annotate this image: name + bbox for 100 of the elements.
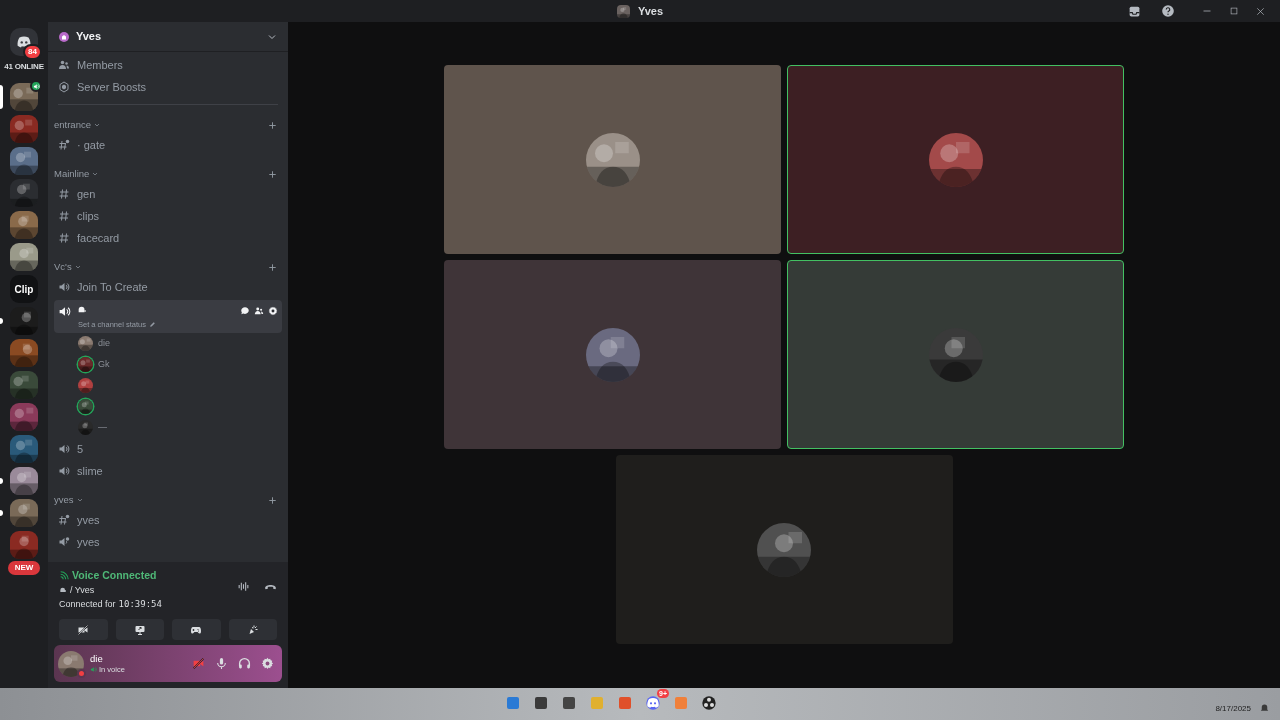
server-header[interactable]: Yves	[48, 22, 288, 52]
settings-icon	[268, 306, 278, 316]
search-app-button[interactable]	[533, 695, 549, 711]
server-button[interactable]	[10, 371, 38, 399]
member-avatar[interactable]	[78, 357, 93, 373]
member-avatar[interactable]	[78, 399, 93, 415]
windows-icon	[505, 695, 521, 711]
help-icon	[1161, 4, 1175, 18]
hash-icon	[58, 210, 70, 222]
task-view-icon	[561, 695, 577, 711]
video-tile[interactable]	[615, 455, 953, 644]
category-header[interactable]: Mainline	[54, 166, 100, 182]
help-button[interactable]	[1161, 4, 1175, 18]
category-header[interactable]: Vc's	[54, 259, 82, 275]
voice-channel-name[interactable]: / Yves	[70, 584, 95, 598]
add-channel-button[interactable]	[267, 494, 278, 506]
add-channel-button[interactable]	[267, 119, 278, 131]
maximize-icon	[1229, 6, 1239, 16]
folder-icon	[589, 695, 605, 711]
screen-share-icon	[133, 623, 146, 636]
server-button[interactable]: Clip	[10, 275, 38, 303]
video-tile[interactable]	[787, 65, 1124, 254]
channel-link[interactable]: · gate	[54, 134, 282, 156]
plus-icon	[267, 261, 278, 273]
signal-icon	[59, 571, 69, 582]
speaker-icon	[58, 536, 70, 549]
plus-icon	[267, 119, 278, 131]
video-tile[interactable]	[444, 260, 781, 449]
noise-button[interactable]	[237, 580, 250, 594]
members-icon	[58, 59, 70, 71]
voice-status: Voice Connected	[72, 568, 157, 584]
member-avatar[interactable]	[78, 378, 93, 394]
server-button[interactable]	[10, 435, 38, 463]
server-button[interactable]	[10, 83, 38, 111]
invite-button[interactable]	[254, 306, 264, 316]
video-tile[interactable]	[444, 65, 781, 254]
discord-app-button[interactable]	[645, 695, 661, 711]
soundboard-button[interactable]	[228, 619, 277, 640]
server-button[interactable]	[10, 115, 38, 143]
speaker-icon	[90, 665, 97, 673]
camera-button[interactable]	[59, 619, 108, 640]
camera-toggle-button[interactable]	[192, 657, 205, 670]
menu-link[interactable]: Server Boosts	[54, 76, 282, 98]
channel-link[interactable]: clips	[54, 205, 282, 227]
server-button[interactable]	[10, 243, 38, 271]
settings-button[interactable]	[268, 306, 278, 316]
add-channel-button[interactable]	[267, 261, 278, 273]
server-button[interactable]	[10, 307, 38, 335]
channel-link[interactable]: slime	[54, 460, 282, 483]
channel-link[interactable]: yves	[54, 509, 282, 532]
channel-link[interactable]: yves	[54, 531, 282, 554]
close-button[interactable]	[1255, 5, 1266, 17]
channel-emoji-icon	[59, 586, 67, 595]
chat-icon	[240, 306, 250, 316]
category-header[interactable]: yves	[54, 493, 84, 508]
server-button[interactable]	[10, 339, 38, 367]
search-icon	[533, 695, 549, 711]
chat-button[interactable]	[240, 306, 250, 316]
mute-button[interactable]	[215, 657, 228, 670]
record-app-button[interactable]	[701, 695, 717, 711]
user-settings-button[interactable]	[261, 657, 274, 670]
hash-icon	[58, 188, 70, 200]
deafen-button[interactable]	[238, 657, 251, 670]
member-avatar[interactable]	[78, 336, 93, 352]
member-name[interactable]: —	[98, 421, 107, 435]
server-button[interactable]	[10, 147, 38, 175]
server-button[interactable]	[10, 499, 38, 527]
server-button[interactable]	[10, 467, 38, 495]
menu-link[interactable]: Members	[54, 54, 282, 76]
boost-icon	[58, 81, 70, 93]
category-header[interactable]: entrance	[54, 117, 101, 133]
speaker-icon	[58, 443, 70, 456]
member-name[interactable]: die	[98, 337, 110, 351]
soundwave-icon	[237, 580, 250, 594]
channel-link[interactable]: facecard	[54, 227, 282, 249]
maximize-button[interactable]	[1229, 6, 1239, 16]
server-button[interactable]	[10, 403, 38, 431]
user-avatar[interactable]	[58, 650, 84, 677]
channel-link[interactable]: Join To Create	[54, 276, 282, 298]
hash-icon	[58, 514, 70, 527]
inbox-icon	[1128, 4, 1141, 18]
member-name[interactable]: Gk	[98, 358, 110, 372]
chevron-icon	[93, 121, 101, 129]
activity-button[interactable]	[172, 619, 221, 640]
invite-icon	[254, 306, 264, 316]
inbox-button[interactable]	[1128, 4, 1141, 18]
taskbar-date: 8/17/2025	[1215, 703, 1251, 715]
channel-link[interactable]: 5	[54, 438, 282, 461]
channel-link[interactable]: gen	[54, 183, 282, 205]
server-button[interactable]	[10, 531, 38, 559]
plus-icon	[267, 168, 278, 180]
add-channel-button[interactable]	[267, 168, 278, 180]
task-view-app-button[interactable]	[561, 695, 577, 711]
screen-share-button[interactable]	[115, 619, 164, 640]
video-tile[interactable]	[787, 260, 1124, 449]
window-title: Yves	[637, 3, 664, 19]
app-icon	[701, 695, 717, 711]
member-avatar[interactable]	[78, 420, 93, 436]
server-button[interactable]	[10, 211, 38, 239]
connected-time: 10:39:54	[118, 597, 162, 611]
